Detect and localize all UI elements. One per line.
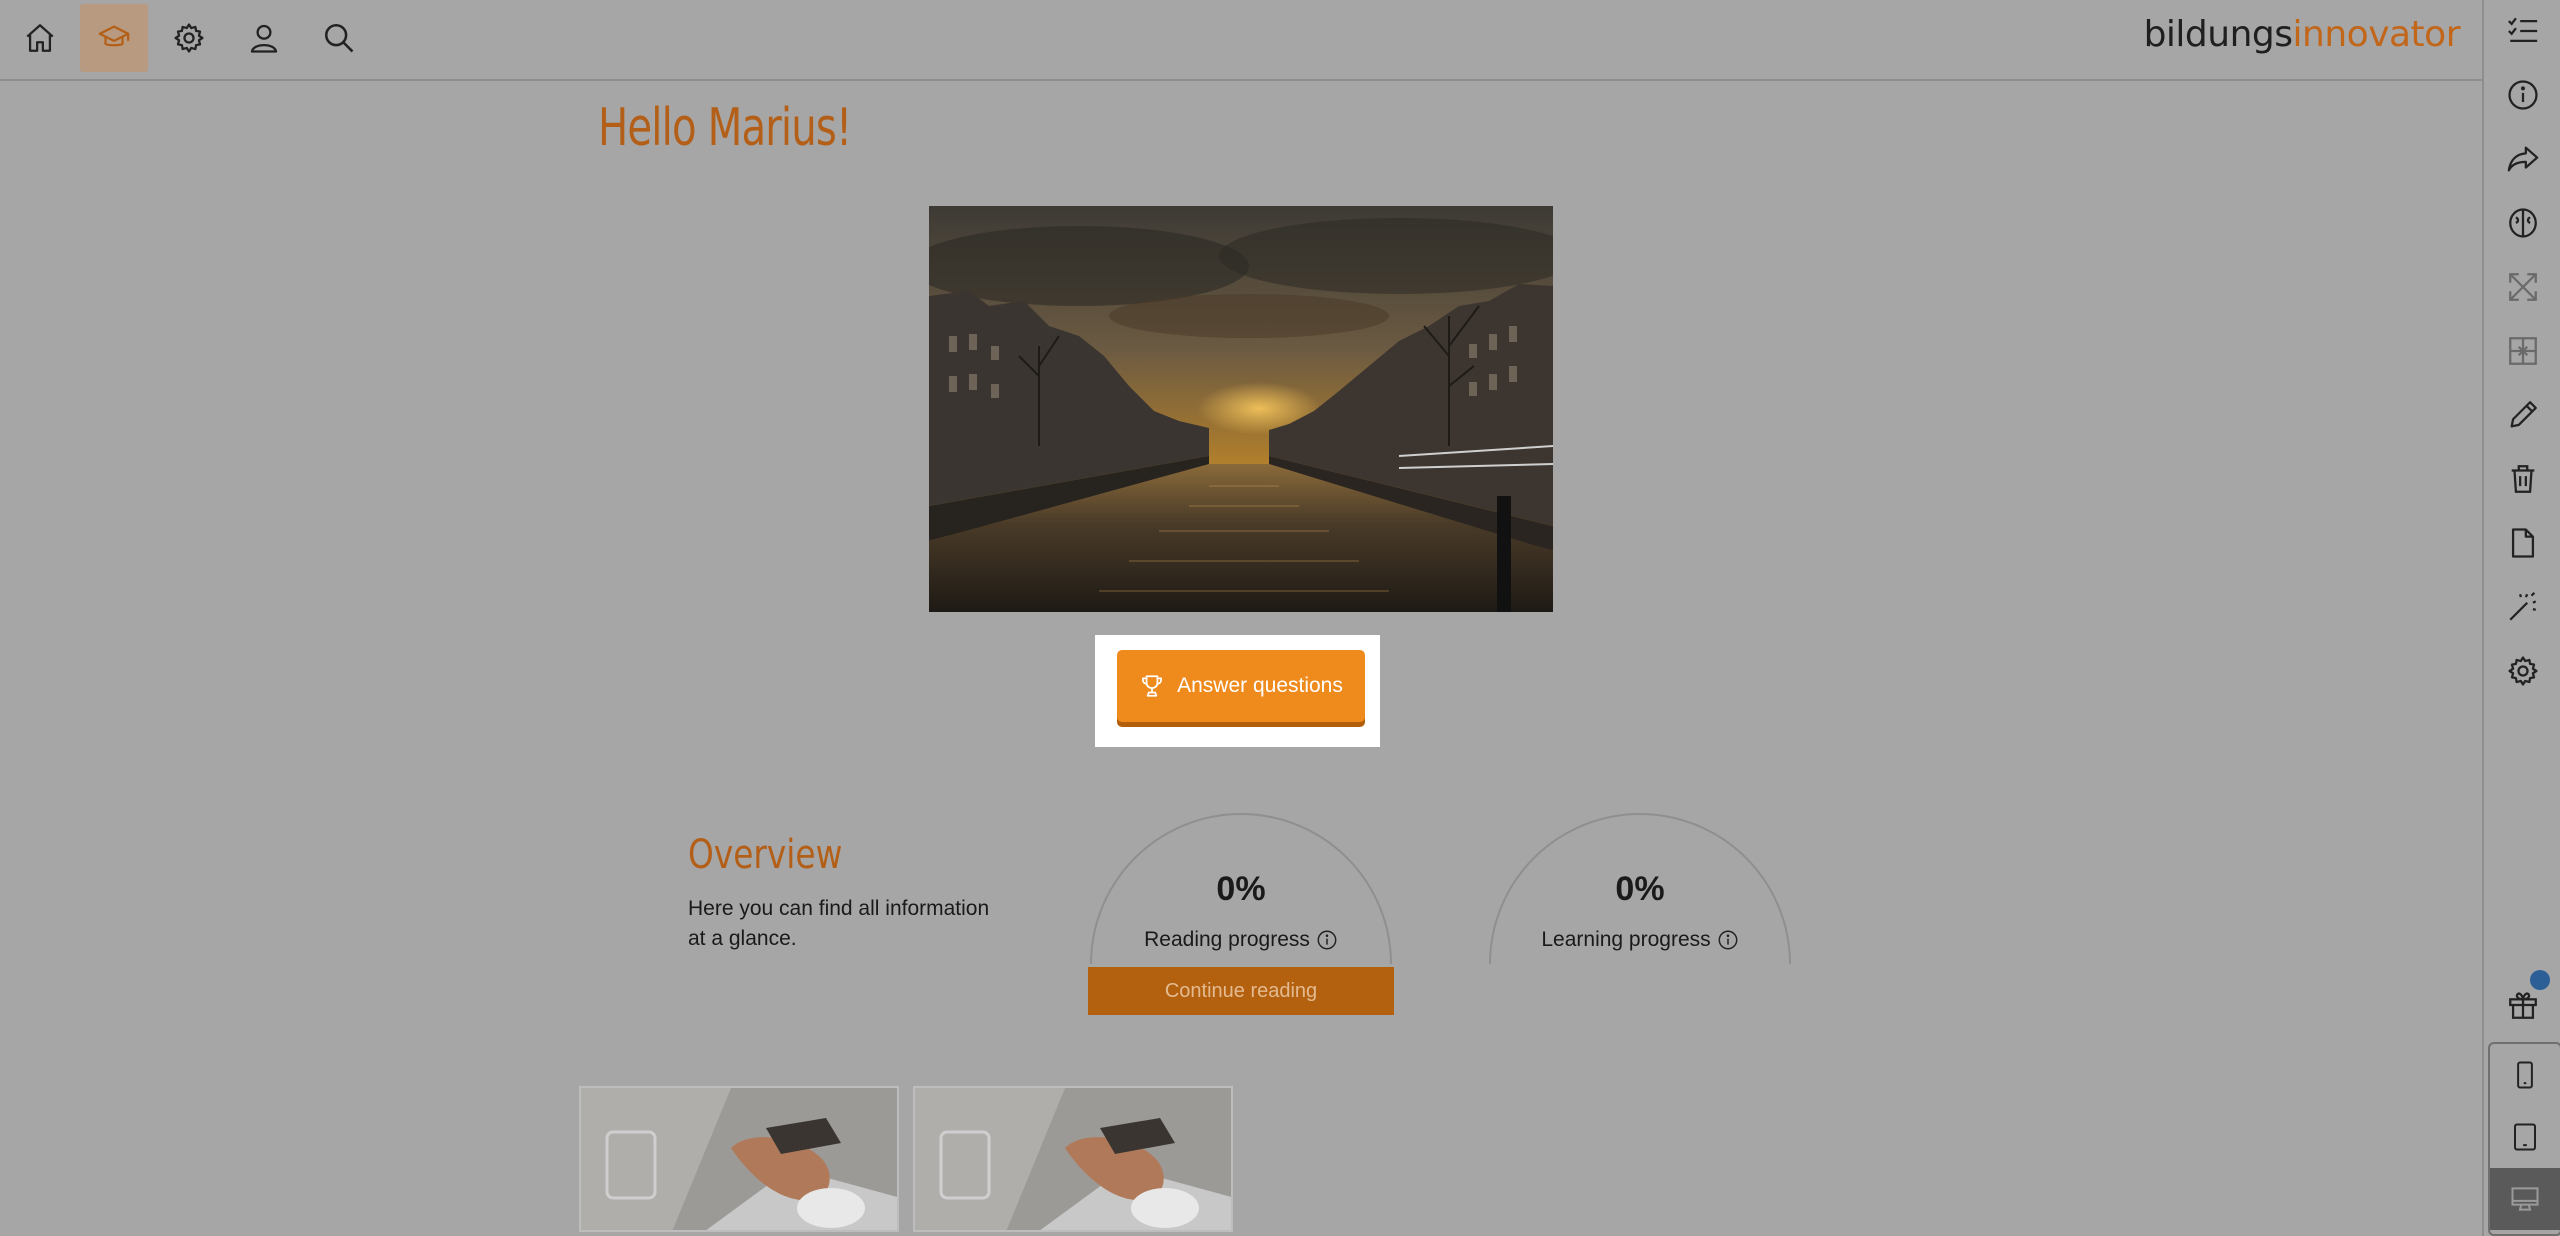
trophy-icon [1142,675,1163,697]
answer-questions-label: Answer questions [1177,674,1343,697]
rail-edit-button[interactable] [2484,386,2560,444]
brand-logo[interactable]: bildungsinnovator [2143,14,2461,55]
nav-search-button[interactable] [305,4,373,72]
rail-info-button[interactable] [2484,66,2560,124]
canal-sunset-photo [929,206,1553,612]
info-icon [2508,80,2538,110]
graduation-cap-icon [98,25,130,47]
learning-progress-label: Learning progress [1541,928,1711,951]
content-card[interactable] [579,1086,899,1232]
brand-logo-part1: bildungs [2143,14,2293,55]
rail-gift-button[interactable] [2484,970,2560,1034]
reading-progress-label-row: Reading progress [1088,928,1394,952]
rail-settings-button[interactable] [2484,642,2560,700]
device-desktop-button[interactable] [2490,1168,2560,1230]
phone-laptop-photo [581,1088,897,1230]
overview-title: Overview [688,832,843,878]
magic-wand-icon [2509,592,2537,621]
nav-settings-button[interactable] [155,4,223,72]
gear-icon [174,23,204,53]
home-icon [26,24,54,52]
device-preview-switcher [2488,1042,2560,1236]
hero-image [929,206,1553,612]
rail-brain-button[interactable] [2484,194,2560,252]
info-icon[interactable] [1316,929,1338,951]
rail-magic-button[interactable] [2484,578,2560,636]
pencil-icon [2510,401,2537,428]
gift-icon [2509,992,2537,1019]
document-icon [2511,528,2535,558]
user-icon [250,24,278,53]
tool-rail [2482,0,2560,1236]
top-navigation: bildungsinnovator [0,0,2482,81]
tablet-icon [2514,1123,2536,1151]
learning-progress-value: 0% [1615,870,1665,908]
reading-progress-value: 0% [1216,870,1266,908]
share-icon [2507,146,2539,172]
rail-share-button[interactable] [2484,130,2560,188]
layout-grid-icon [2509,337,2537,365]
phone-laptop-photo [915,1088,1231,1230]
brand-logo-part2: innovator [2292,14,2461,55]
desktop-icon [2511,1187,2539,1211]
learning-progress-label-row: Learning progress [1487,928,1793,952]
expand-icon [2509,273,2537,301]
reading-progress-gauge: 0% Reading progress [1088,806,1394,966]
trash-icon [2511,465,2535,493]
learning-progress-gauge: 0% Learning progress [1487,806,1793,966]
rail-document-button[interactable] [2484,514,2560,572]
rail-layout-button[interactable] [2484,322,2560,380]
rail-expand-button[interactable] [2484,258,2560,316]
reading-progress-label: Reading progress [1144,928,1310,951]
nav-home-button[interactable] [6,4,74,72]
device-phone-button[interactable] [2490,1044,2560,1106]
phone-icon [2517,1061,2533,1089]
info-icon[interactable] [1717,929,1739,951]
device-tablet-button[interactable] [2490,1106,2560,1168]
answer-questions-button[interactable]: Answer questions [1117,650,1365,722]
gear-icon [2508,656,2538,686]
content-card[interactable] [913,1086,1233,1232]
rail-checklist-button[interactable] [2484,2,2560,60]
rail-delete-button[interactable] [2484,450,2560,508]
page-title: Hello Marius! [598,98,852,158]
notification-dot [2530,970,2550,990]
nav-courses-button[interactable] [80,4,148,72]
checklist-icon [2508,17,2538,43]
overview-description: Here you can find all information at a g… [688,897,990,950]
nav-profile-button[interactable] [230,4,298,72]
continue-reading-button[interactable]: Continue reading [1088,967,1394,1015]
search-icon [324,23,354,53]
brain-icon [2509,208,2537,238]
